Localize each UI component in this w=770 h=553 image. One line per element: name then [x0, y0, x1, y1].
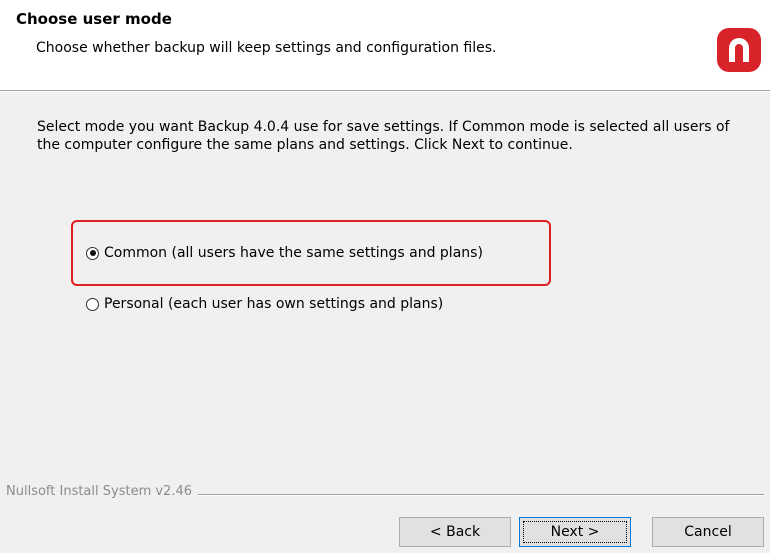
radio-common-label[interactable]: Common (all users have the same settings… [104, 245, 483, 261]
cancel-button[interactable]: Cancel [652, 517, 764, 547]
radio-personal-label[interactable]: Personal (each user has own settings and… [104, 296, 443, 312]
radio-selected-icon[interactable] [86, 246, 99, 260]
page-subtitle: Choose whether backup will keep settings… [36, 40, 497, 56]
back-button[interactable]: < Back [399, 517, 511, 547]
radio-personal[interactable]: Personal (each user has own settings and… [86, 294, 443, 314]
cancel-button-label: Cancel [684, 524, 732, 540]
header-panel: Choose user mode Choose whether backup w… [0, 0, 770, 90]
page-title: Choose user mode [16, 10, 172, 28]
installer-brand: Nullsoft Install System v2.46 [6, 484, 199, 499]
back-button-label: < Back [429, 524, 481, 540]
next-button-label: Next > [550, 524, 600, 540]
backup-logo-icon [717, 28, 761, 72]
header-divider [0, 90, 770, 92]
instructions-text: Select mode you want Backup 4.0.4 use fo… [37, 119, 730, 153]
radio-common[interactable]: Common (all users have the same settings… [86, 243, 483, 263]
radio-unselected-icon[interactable] [86, 297, 99, 311]
next-button[interactable]: Next > [519, 517, 631, 547]
